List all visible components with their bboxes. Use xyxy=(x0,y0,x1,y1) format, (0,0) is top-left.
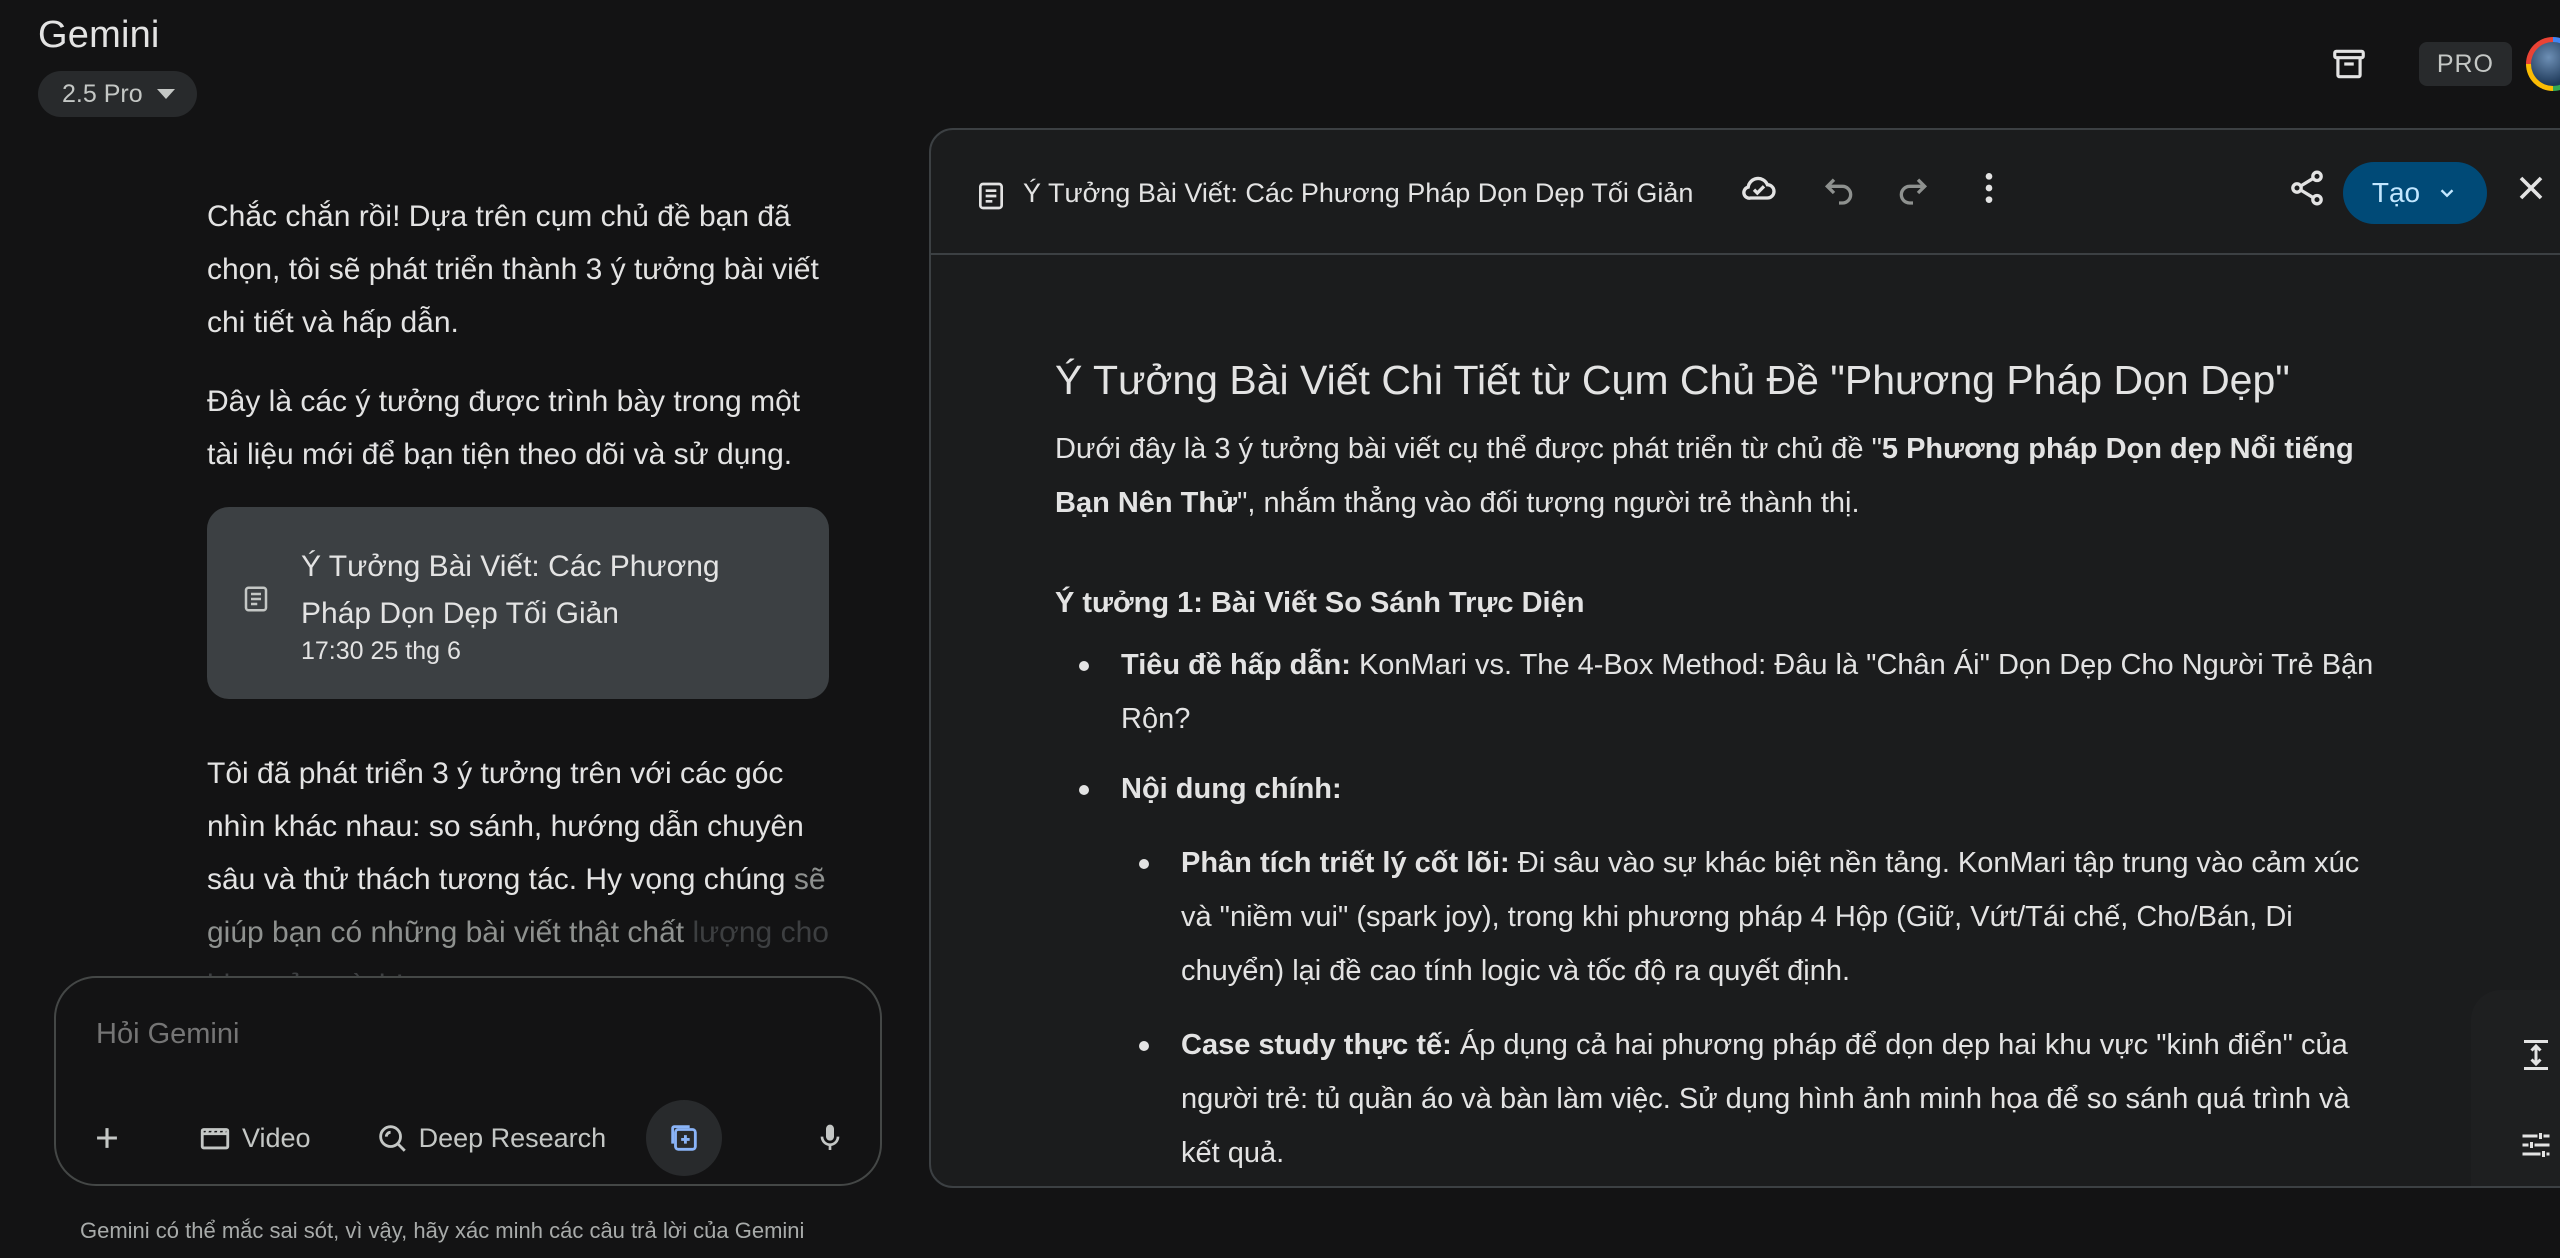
canvas-button[interactable] xyxy=(646,1100,723,1176)
prompt-toolbar: Video Deep Research xyxy=(76,1100,860,1176)
idea-list: Tiêu đề hấp dẫn: KonMari vs. The 4-Box M… xyxy=(1055,638,2385,1180)
cloud-done-icon[interactable] xyxy=(1739,168,1779,208)
mic-button[interactable] xyxy=(800,1106,860,1170)
list-item-label: Nội dung chính: xyxy=(1121,773,1342,805)
sub-list-item: Case study thực tế: Áp dụng cả hai phươn… xyxy=(1121,1018,2385,1180)
archive-icon[interactable] xyxy=(2321,36,2377,92)
document-card-title: Ý Tưởng Bài Viết: Các Phương Pháp Dọn Dẹ… xyxy=(301,550,720,630)
chat-response: Chắc chắn rồi! Dựa trên cụm chủ đề bạn đ… xyxy=(207,190,837,1012)
prompt-input[interactable] xyxy=(96,1018,796,1051)
document-card[interactable]: Ý Tưởng Bài Viết: Các Phương Pháp Dọn Dẹ… xyxy=(207,507,829,699)
more-vert-icon[interactable] xyxy=(1969,168,2009,208)
list-item: Nội dung chính: Phân tích triết lý cốt l… xyxy=(1055,762,2385,1180)
intro-text-end: ", nhắm thẳng vào đối tượng người trẻ th… xyxy=(1237,487,1860,519)
disclaimer-text: Gemini có thể mắc sai sót, vì vậy, hãy x… xyxy=(80,1218,805,1243)
video-icon xyxy=(198,1121,232,1155)
sub-list: Phân tích triết lý cốt lõi: Đi sâu vào s… xyxy=(1121,836,2385,1180)
vertical-align-icon[interactable] xyxy=(2518,1037,2554,1073)
create-label: Tạo xyxy=(2371,177,2421,208)
document-icon xyxy=(975,180,1007,212)
deep-research-icon xyxy=(375,1121,409,1155)
list-item: Tiêu đề hấp dẫn: KonMari vs. The 4-Box M… xyxy=(1055,638,2385,746)
close-icon[interactable] xyxy=(2511,168,2551,208)
video-button[interactable]: Video xyxy=(184,1106,325,1170)
canvas-side-toolbar xyxy=(2471,990,2560,1186)
video-label: Video xyxy=(242,1122,311,1153)
tune-icon[interactable] xyxy=(2518,1127,2554,1163)
plus-icon xyxy=(90,1121,124,1155)
document-icon xyxy=(241,584,271,614)
intro-text: Dưới đây là 3 ý tưởng bài viết cụ thể đư… xyxy=(1055,433,1882,465)
add-button[interactable] xyxy=(76,1106,138,1170)
list-item-label: Tiêu đề hấp dẫn: xyxy=(1121,649,1351,681)
create-button[interactable]: Tạo xyxy=(2343,162,2487,224)
model-selector[interactable]: 2.5 Pro xyxy=(38,71,197,117)
canvas-panel: Ý Tưởng Bài Viết: Các Phương Pháp Dọn Dẹ… xyxy=(929,128,2560,1188)
chat-paragraph-text: Tôi đã phát triển 3 ý tưởng trên với các… xyxy=(207,757,804,896)
prompt-box: Video Deep Research xyxy=(54,976,882,1186)
header-actions: PRO xyxy=(2321,36,2560,92)
mic-icon xyxy=(814,1122,846,1154)
sub-item-label: Case study thực tế: xyxy=(1181,1029,1452,1061)
document-body: Ý Tưởng Bài Viết Chi Tiết từ Cụm Chủ Đề … xyxy=(1055,352,2385,1186)
canvas-header: Ý Tưởng Bài Viết: Các Phương Pháp Dọn Dẹ… xyxy=(931,130,2560,255)
deep-research-button[interactable]: Deep Research xyxy=(361,1106,621,1170)
model-label: 2.5 Pro xyxy=(62,79,143,108)
document-card-timestamp: 17:30 25 thg 6 xyxy=(301,637,461,665)
canvas-title: Ý Tưởng Bài Viết: Các Phương Pháp Dọn Dẹ… xyxy=(1023,178,1694,208)
document-intro: Dưới đây là 3 ý tưởng bài viết cụ thể đư… xyxy=(1055,422,2385,530)
avatar[interactable] xyxy=(2526,37,2560,91)
chevron-down-icon xyxy=(2436,182,2458,204)
idea-heading: Ý tưởng 1: Bài Viết So Sánh Trực Diện xyxy=(1055,587,1585,619)
document-heading: Ý Tưởng Bài Viết Chi Tiết từ Cụm Chủ Đề … xyxy=(1055,357,2290,403)
chevron-down-icon xyxy=(156,89,175,99)
sub-item-label: Phân tích triết lý cốt lõi: xyxy=(1181,847,1510,879)
pro-badge: PRO xyxy=(2418,42,2512,86)
sub-list-item: Phân tích triết lý cốt lõi: Đi sâu vào s… xyxy=(1121,836,2385,998)
deep-research-label: Deep Research xyxy=(418,1122,607,1153)
undo-icon[interactable] xyxy=(1819,168,1859,208)
app-title: Gemini xyxy=(38,14,160,56)
canvas-icon xyxy=(667,1121,701,1155)
redo-icon[interactable] xyxy=(1893,168,1933,208)
chat-paragraph: Đây là các ý tưởng được trình bày trong … xyxy=(207,385,801,471)
chat-paragraph: Chắc chắn rồi! Dựa trên cụm chủ đề bạn đ… xyxy=(207,200,819,339)
chat-paragraph: Tôi đã phát triển 3 ý tưởng trên với các… xyxy=(207,747,837,1012)
share-icon[interactable] xyxy=(2287,168,2327,208)
